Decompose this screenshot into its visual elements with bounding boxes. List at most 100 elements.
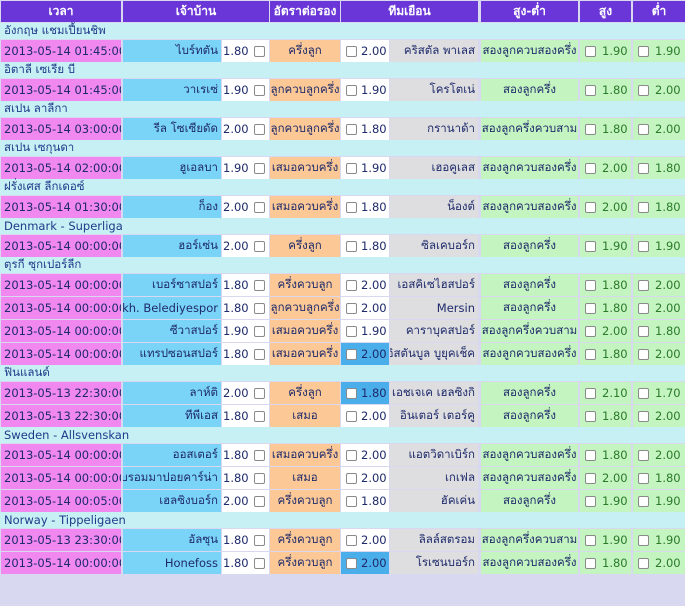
- high-odds: 1.90: [602, 44, 628, 58]
- home-team: ลาห์ติ: [123, 382, 221, 404]
- home-odds-checkbox[interactable]: [253, 201, 265, 213]
- away-odds-checkbox[interactable]: [346, 348, 357, 360]
- low-odds-checkbox[interactable]: [638, 279, 649, 291]
- high-odds-checkbox[interactable]: [585, 410, 596, 422]
- low-odds-checkbox[interactable]: [638, 495, 649, 507]
- low-odds: 2.00: [655, 301, 681, 315]
- low-odds-checkbox[interactable]: [638, 557, 649, 569]
- high-odds-cell: 2.00: [580, 467, 631, 489]
- low-odds-checkbox[interactable]: [638, 162, 649, 174]
- low-odds: 2.00: [655, 122, 681, 136]
- low-odds-checkbox[interactable]: [638, 534, 649, 546]
- home-odds-checkbox[interactable]: [253, 240, 265, 252]
- low-odds-checkbox[interactable]: [638, 410, 649, 422]
- away-odds-checkbox[interactable]: [346, 534, 357, 546]
- away-odds-checkbox[interactable]: [346, 45, 357, 57]
- table-row: 2013-05-14 00:00:00 ซีวาสปอร์ 1.90 เสมอควบค…: [0, 319, 685, 342]
- low-odds-checkbox[interactable]: [638, 449, 649, 461]
- away-odds-checkbox[interactable]: [346, 162, 357, 174]
- table-row: 2013-05-14 01:45:00 ไบร์ทตัน 1.80 ครึ่งลูก 2…: [0, 39, 685, 62]
- high-odds-checkbox[interactable]: [585, 45, 596, 57]
- league-header: ตุรกี ซุกเปอร์ลีก: [0, 257, 685, 273]
- away-odds-checkbox[interactable]: [346, 240, 357, 252]
- handicap: เสมอควบครึ่ง: [270, 196, 340, 218]
- away-odds-checkbox[interactable]: [346, 557, 357, 569]
- high-odds-checkbox[interactable]: [585, 557, 596, 569]
- home-odds-cell: 1.80: [222, 467, 269, 489]
- high-odds-checkbox[interactable]: [585, 472, 596, 484]
- away-odds-checkbox[interactable]: [346, 123, 357, 135]
- high-odds-checkbox[interactable]: [585, 84, 596, 96]
- high-odds: 1.90: [602, 533, 628, 547]
- home-odds-checkbox[interactable]: [253, 557, 265, 569]
- away-odds-checkbox[interactable]: [346, 449, 357, 461]
- high-odds-cell: 1.80: [580, 444, 631, 466]
- home-odds-checkbox[interactable]: [253, 325, 265, 337]
- away-odds-cell: 1.90: [341, 320, 389, 342]
- away-odds-checkbox[interactable]: [346, 84, 357, 96]
- home-odds: 1.80: [223, 301, 249, 315]
- away-odds: 1.90: [361, 161, 387, 175]
- home-odds: 2.00: [223, 239, 249, 253]
- home-odds-checkbox[interactable]: [253, 495, 265, 507]
- low-odds-checkbox[interactable]: [638, 325, 649, 337]
- high-odds-checkbox[interactable]: [585, 387, 596, 399]
- low-odds: 1.90: [655, 44, 681, 58]
- home-odds-cell: 1.80: [222, 297, 269, 319]
- low-odds-checkbox[interactable]: [638, 45, 649, 57]
- away-odds-checkbox[interactable]: [346, 302, 357, 314]
- low-odds-checkbox[interactable]: [638, 302, 649, 314]
- low-odds: 1.90: [655, 239, 681, 253]
- match-time: 2013-05-13 22:30:00: [1, 405, 121, 427]
- low-odds-checkbox[interactable]: [638, 348, 649, 360]
- away-odds-checkbox[interactable]: [346, 279, 357, 291]
- home-odds-checkbox[interactable]: [253, 348, 265, 360]
- low-odds-checkbox[interactable]: [638, 201, 649, 213]
- away-team: โครโตเน่: [390, 79, 478, 101]
- low-odds: 1.80: [655, 471, 681, 485]
- high-odds-checkbox[interactable]: [585, 279, 596, 291]
- high-odds-checkbox[interactable]: [585, 162, 596, 174]
- away-odds-checkbox[interactable]: [346, 410, 357, 422]
- high-odds-checkbox[interactable]: [585, 534, 596, 546]
- table-row: 2013-05-14 01:45:00 วาเรเซ่ 1.90 ลูกควบลูกค…: [0, 78, 685, 101]
- away-odds: 1.80: [361, 386, 387, 400]
- match-time: 2013-05-14 01:45:00: [1, 79, 121, 101]
- low-odds-checkbox[interactable]: [638, 387, 649, 399]
- home-odds-checkbox[interactable]: [253, 84, 265, 96]
- high-odds-checkbox[interactable]: [585, 123, 596, 135]
- home-odds-checkbox[interactable]: [253, 45, 265, 57]
- low-odds-checkbox[interactable]: [638, 123, 649, 135]
- high-odds-checkbox[interactable]: [585, 201, 596, 213]
- high-odds-checkbox[interactable]: [585, 302, 596, 314]
- low-odds-checkbox[interactable]: [638, 84, 649, 96]
- away-odds-checkbox[interactable]: [346, 201, 357, 213]
- home-odds-checkbox[interactable]: [253, 472, 265, 484]
- home-odds-checkbox[interactable]: [253, 302, 265, 314]
- handicap: ลูกควบลูกครึ่ง: [270, 297, 340, 319]
- home-odds-checkbox[interactable]: [253, 410, 265, 422]
- home-odds-checkbox[interactable]: [253, 123, 265, 135]
- handicap: ครึ่งลูก: [270, 40, 340, 62]
- away-odds: 2.00: [361, 347, 387, 361]
- home-odds-checkbox[interactable]: [253, 279, 265, 291]
- home-odds-checkbox[interactable]: [253, 449, 265, 461]
- high-odds-cell: 1.90: [580, 40, 631, 62]
- away-odds-checkbox[interactable]: [346, 387, 357, 399]
- high-odds-checkbox[interactable]: [585, 240, 596, 252]
- away-odds-checkbox[interactable]: [346, 325, 357, 337]
- away-odds: 2.00: [361, 44, 387, 58]
- low-odds-cell: 1.70: [633, 382, 685, 404]
- low-odds-checkbox[interactable]: [638, 472, 649, 484]
- high-odds-checkbox[interactable]: [585, 495, 596, 507]
- high-odds-checkbox[interactable]: [585, 325, 596, 337]
- away-odds-checkbox[interactable]: [346, 495, 357, 507]
- low-odds-checkbox[interactable]: [638, 240, 649, 252]
- high-odds-checkbox[interactable]: [585, 348, 596, 360]
- home-odds-checkbox[interactable]: [253, 162, 265, 174]
- away-odds-checkbox[interactable]: [346, 472, 357, 484]
- high-odds-checkbox[interactable]: [585, 449, 596, 461]
- home-odds-checkbox[interactable]: [253, 534, 265, 546]
- home-odds-checkbox[interactable]: [253, 387, 265, 399]
- table-row: 2013-05-14 00:00:00 Honefoss 1.80 ครึ่งควบล…: [0, 551, 685, 574]
